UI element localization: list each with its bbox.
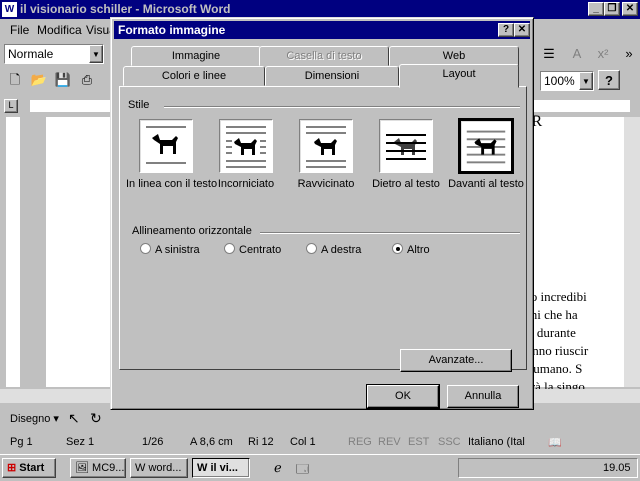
- status-ext[interactable]: EST: [408, 436, 429, 448]
- app-title: il visionario schiller - Microsoft Word: [20, 2, 231, 16]
- help-icon[interactable]: ?: [598, 70, 620, 90]
- word-doc-icon[interactable]: W: [2, 2, 17, 17]
- cancel-button[interactable]: Annulla: [447, 385, 519, 408]
- tab-immagine[interactable]: Immagine: [131, 46, 261, 66]
- style-combo[interactable]: Normale ▼: [4, 44, 104, 64]
- tab-dimensioni[interactable]: Dimensioni: [265, 66, 399, 86]
- save-icon[interactable]: 💾: [52, 70, 74, 90]
- wrap-option-tight[interactable]: Ravvicinato: [286, 119, 366, 190]
- system-tray: 19.05: [458, 458, 638, 478]
- internet-explorer-icon[interactable]: ℯ: [274, 460, 282, 476]
- dialog-close-button[interactable]: ✕: [514, 23, 530, 37]
- status-section: Sez 1: [66, 436, 95, 448]
- advanced-button[interactable]: Avanzate...: [400, 349, 512, 372]
- tab-selector-icon[interactable]: L: [4, 99, 18, 113]
- status-ovr[interactable]: SSC: [438, 436, 461, 448]
- status-page: Pg 1: [10, 436, 33, 448]
- windows-logo-icon: ⊞: [7, 462, 17, 474]
- wrap-behind-icon: [379, 119, 433, 173]
- wrap-in-front-icon: [458, 118, 514, 174]
- status-position: A 8,6 cm: [190, 436, 233, 448]
- ok-button[interactable]: OK: [366, 384, 440, 409]
- format-picture-dialog: Formato immagine ? ✕ Immagine Casella di…: [110, 17, 534, 410]
- draw-label: Disegno: [10, 413, 51, 425]
- wrap-square-icon: [219, 119, 273, 173]
- restore-button[interactable]: ❐: [604, 2, 620, 16]
- tab-colori-e-linee[interactable]: Colori e linee: [123, 66, 265, 86]
- status-rec[interactable]: REG: [348, 436, 372, 448]
- word-doc-icon: W: [135, 462, 146, 474]
- style-value: Normale: [8, 47, 54, 61]
- wrap-option-inline[interactable]: In linea con il testo: [126, 119, 218, 190]
- vertical-ruler[interactable]: [0, 117, 26, 387]
- taskbar: ⊞ Start 🖼 MC9... W word... W il vi... ℯ …: [0, 454, 640, 480]
- spelling-status-icon[interactable]: 📖: [548, 436, 562, 449]
- task-button-mc9[interactable]: 🖼 MC9...: [70, 458, 126, 478]
- font-color-icon[interactable]: A: [566, 44, 588, 64]
- radio-indicator-checked: [392, 243, 403, 254]
- status-column: Col 1: [290, 436, 316, 448]
- align-center-radio[interactable]: Centrato: [224, 243, 281, 256]
- align-other-radio[interactable]: Altro: [392, 243, 430, 256]
- rotate-icon[interactable]: ↻: [90, 410, 102, 427]
- draw-menu[interactable]: Disegno ▾: [10, 412, 59, 425]
- radio-indicator: [224, 243, 235, 254]
- radio-indicator: [306, 243, 317, 254]
- select-pointer-icon[interactable]: ↖: [68, 410, 80, 427]
- radio-indicator: [140, 243, 151, 254]
- chevron-down-icon[interactable]: ▼: [579, 72, 593, 90]
- chevron-down-icon[interactable]: ▼: [89, 45, 103, 63]
- menu-file[interactable]: File: [10, 23, 29, 37]
- wrap-behind-label: Dietro al testo: [372, 178, 440, 190]
- status-bar: Pg 1 Sez 1 1/26 A 8,6 cm Ri 12 Col 1 REG…: [0, 434, 640, 452]
- align-left-radio[interactable]: A sinistra: [140, 243, 200, 256]
- wrap-option-behind[interactable]: Dietro al testo: [366, 119, 446, 190]
- toolbar-options-icon[interactable]: »: [618, 44, 640, 64]
- image-icon: 🖼: [75, 462, 89, 474]
- tab-casella-di-testo[interactable]: Casella di testo: [259, 46, 389, 66]
- wrap-option-square[interactable]: Incorniciato: [206, 119, 286, 190]
- zoom-value: 100%: [544, 74, 575, 88]
- dialog-title: Formato immagine: [118, 23, 226, 37]
- tab-web[interactable]: Web: [389, 46, 519, 66]
- align-icon[interactable]: ☰: [538, 44, 560, 64]
- style-group-label: Stile: [128, 99, 150, 111]
- wrap-tight-label: Ravvicinato: [297, 178, 355, 190]
- close-button[interactable]: ✕: [622, 2, 638, 16]
- layout-panel: Stile In linea con il testo Incorniciato: [119, 86, 527, 372]
- status-language: Italiano (Ital: [468, 436, 525, 448]
- zoom-combo[interactable]: 100% ▼: [540, 71, 594, 91]
- wrap-square-label: Incorniciato: [217, 178, 275, 190]
- print-icon[interactable]: ⎙: [76, 70, 98, 90]
- menu-edit[interactable]: Modifica: [37, 23, 82, 37]
- new-document-icon[interactable]: 🗋: [4, 70, 26, 90]
- clock[interactable]: 19.05: [603, 462, 631, 474]
- vertical-scrollbar[interactable]: [624, 117, 640, 387]
- align-group-label: Allineamento orizzontale: [132, 225, 252, 237]
- help-button[interactable]: ?: [498, 23, 514, 37]
- subscript-icon[interactable]: x²: [592, 44, 614, 64]
- start-label: Start: [19, 462, 45, 474]
- task-button-word[interactable]: W word...: [130, 458, 188, 478]
- status-pages: 1/26: [142, 436, 164, 448]
- dialog-title-bar[interactable]: Formato immagine ? ✕: [114, 21, 530, 39]
- start-button[interactable]: ⊞ Start: [2, 458, 56, 478]
- wrap-in-front-label: Davanti al testo: [448, 178, 524, 190]
- wrap-inline-icon: [139, 119, 193, 173]
- status-rev[interactable]: REV: [378, 436, 401, 448]
- wrap-option-in-front[interactable]: Davanti al testo: [446, 118, 526, 190]
- task-button-active-document[interactable]: W il vi...: [192, 458, 250, 478]
- word-doc-icon: W: [197, 462, 208, 474]
- align-right-radio[interactable]: A destra: [306, 243, 361, 256]
- tab-layout[interactable]: Layout: [399, 64, 519, 88]
- minimize-button[interactable]: _: [588, 2, 604, 16]
- wrap-tight-icon: [299, 119, 353, 173]
- wrap-inline-label: In linea con il testo: [126, 178, 218, 190]
- desktop-icon[interactable]: 🗔: [296, 460, 309, 481]
- status-line: Ri 12: [248, 436, 274, 448]
- open-folder-icon[interactable]: 📂: [28, 70, 50, 90]
